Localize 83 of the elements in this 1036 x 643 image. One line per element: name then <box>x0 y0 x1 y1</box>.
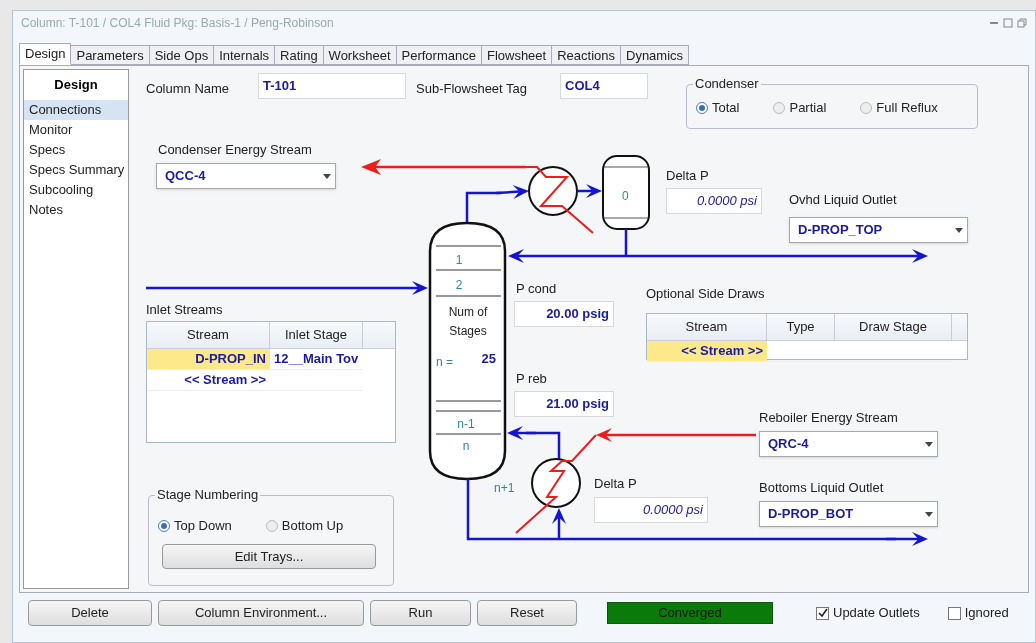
edit-trays-button[interactable]: Edit Trays... <box>162 544 376 569</box>
reboiler-feed-arrow <box>552 508 566 539</box>
restore-icon[interactable] <box>1017 18 1027 28</box>
stage-label: 1 <box>454 252 464 269</box>
tab[interactable]: Internals <box>213 45 276 65</box>
dropdown-caret-icon <box>925 511 933 517</box>
sidebar-item[interactable]: Notes <box>24 199 128 220</box>
delta-p-field[interactable]: 0.0000 psi <box>666 188 762 214</box>
checkmark-icon <box>817 608 828 618</box>
n-label: n = <box>436 354 453 371</box>
tab[interactable]: Flowsheet <box>480 45 553 65</box>
radio-option[interactable]: Bottom Up <box>265 516 344 536</box>
column-header: Inlet Stage <box>270 322 363 348</box>
column-header: Draw Stage <box>835 314 952 340</box>
sidebar-heading: Design <box>53 76 99 94</box>
action-button[interactable]: Column Environment... <box>158 600 364 626</box>
tab[interactable]: Side Ops <box>148 45 215 65</box>
table-row[interactable]: << Stream >> <box>647 341 952 362</box>
status-bar: Converged <box>607 602 773 624</box>
bottoms-arrow <box>886 532 928 546</box>
checkbox-option[interactable]: Update Outlets <box>816 603 920 623</box>
table-row[interactable]: << Stream >> <box>147 370 363 391</box>
field-label: Column Name <box>146 80 230 98</box>
drum-label: 0 <box>622 188 629 205</box>
dropdown-caret-icon <box>955 227 963 233</box>
column-name-field[interactable]: T-101 <box>258 73 406 99</box>
sidebar-item[interactable]: Monitor <box>24 119 128 140</box>
dropdown-caret-icon <box>925 441 933 447</box>
p-cond-field[interactable]: 20.00 psig <box>514 301 614 327</box>
sidebar-item[interactable]: Specs <box>24 139 128 160</box>
bottoms-liquid-outlet-dropdown[interactable]: D-PROP_BOT <box>759 501 938 527</box>
action-button[interactable]: Reset <box>477 600 577 626</box>
group-label: Stage Numbering <box>155 487 261 503</box>
field-label: Delta P <box>666 167 709 185</box>
sidebar-item[interactable]: Specs Summary <box>24 159 128 180</box>
radio-option[interactable]: Full Reflux <box>860 98 938 118</box>
stage-label: n+1 <box>494 480 515 497</box>
tab[interactable]: Parameters <box>70 45 150 65</box>
column-header: Stream <box>647 314 767 340</box>
sidebar-item[interactable]: Connections <box>24 99 128 120</box>
tab[interactable]: Performance <box>395 45 482 65</box>
action-button[interactable]: Delete <box>28 600 152 626</box>
ovhd-liquid-outlet-dropdown[interactable]: D-PROP_TOP <box>789 217 968 243</box>
sidebar-item[interactable]: Subcooling <box>24 179 128 200</box>
tab[interactable]: Design <box>19 43 72 65</box>
stage-label: 2 <box>454 277 464 294</box>
column-header: Stream <box>147 322 270 348</box>
condenser-energy-stream-dropdown[interactable]: QCC-4 <box>156 163 336 189</box>
dropdown-caret-icon <box>323 173 331 179</box>
condensate-arrow <box>577 184 602 198</box>
num-stages-label: Num of Stages <box>447 304 489 340</box>
condenser-drawing <box>525 166 594 234</box>
field-label: P cond <box>516 280 557 298</box>
stage-label: n-1 <box>456 416 476 433</box>
tab[interactable]: Worksheet <box>322 45 397 65</box>
checkbox-option[interactable]: Ignored <box>947 603 1009 623</box>
radio-option[interactable]: Partial <box>773 98 827 118</box>
tab[interactable]: Reactions <box>551 45 621 65</box>
radio-option[interactable]: Top Down <box>158 516 232 536</box>
sub-flowsheet-tag-field[interactable]: COL4 <box>560 73 648 99</box>
field-label: P reb <box>516 370 547 388</box>
p-reb-field[interactable]: 21.00 psig <box>514 391 614 417</box>
column-header: Type <box>767 314 835 340</box>
tab[interactable]: Rating <box>274 45 324 65</box>
table-label: Optional Side Draws <box>646 285 765 303</box>
field-label: Reboiler Energy Stream <box>759 409 898 427</box>
action-button[interactable]: Run <box>370 600 471 626</box>
field-label: Bottoms Liquid Outlet <box>759 479 884 497</box>
table-label: Inlet Streams <box>146 301 223 319</box>
window-title: Column: T-101 / COL4 Fluid Pkg: Basis-1 / Peng-Robinson <box>21 15 334 32</box>
reboiler-energy-stream-dropdown[interactable]: QRC-4 <box>759 431 938 457</box>
field-label: Sub-Flowsheet Tag <box>416 80 528 98</box>
stage-label: n <box>461 438 471 455</box>
tab[interactable]: Dynamics <box>620 45 690 65</box>
vapor-stream-arrow <box>495 185 529 199</box>
field-label: Condenser Energy Stream <box>158 141 312 159</box>
maximize-icon[interactable] <box>1003 18 1013 28</box>
field-label: Ovhd Liquid Outlet <box>789 191 897 209</box>
radio-option[interactable]: Total <box>696 98 740 118</box>
boilup-arrow <box>507 426 536 440</box>
delta-p-field[interactable]: 0.0000 psi <box>594 497 708 523</box>
drum-outlet-line <box>624 229 628 256</box>
field-label: Delta P <box>594 475 637 493</box>
